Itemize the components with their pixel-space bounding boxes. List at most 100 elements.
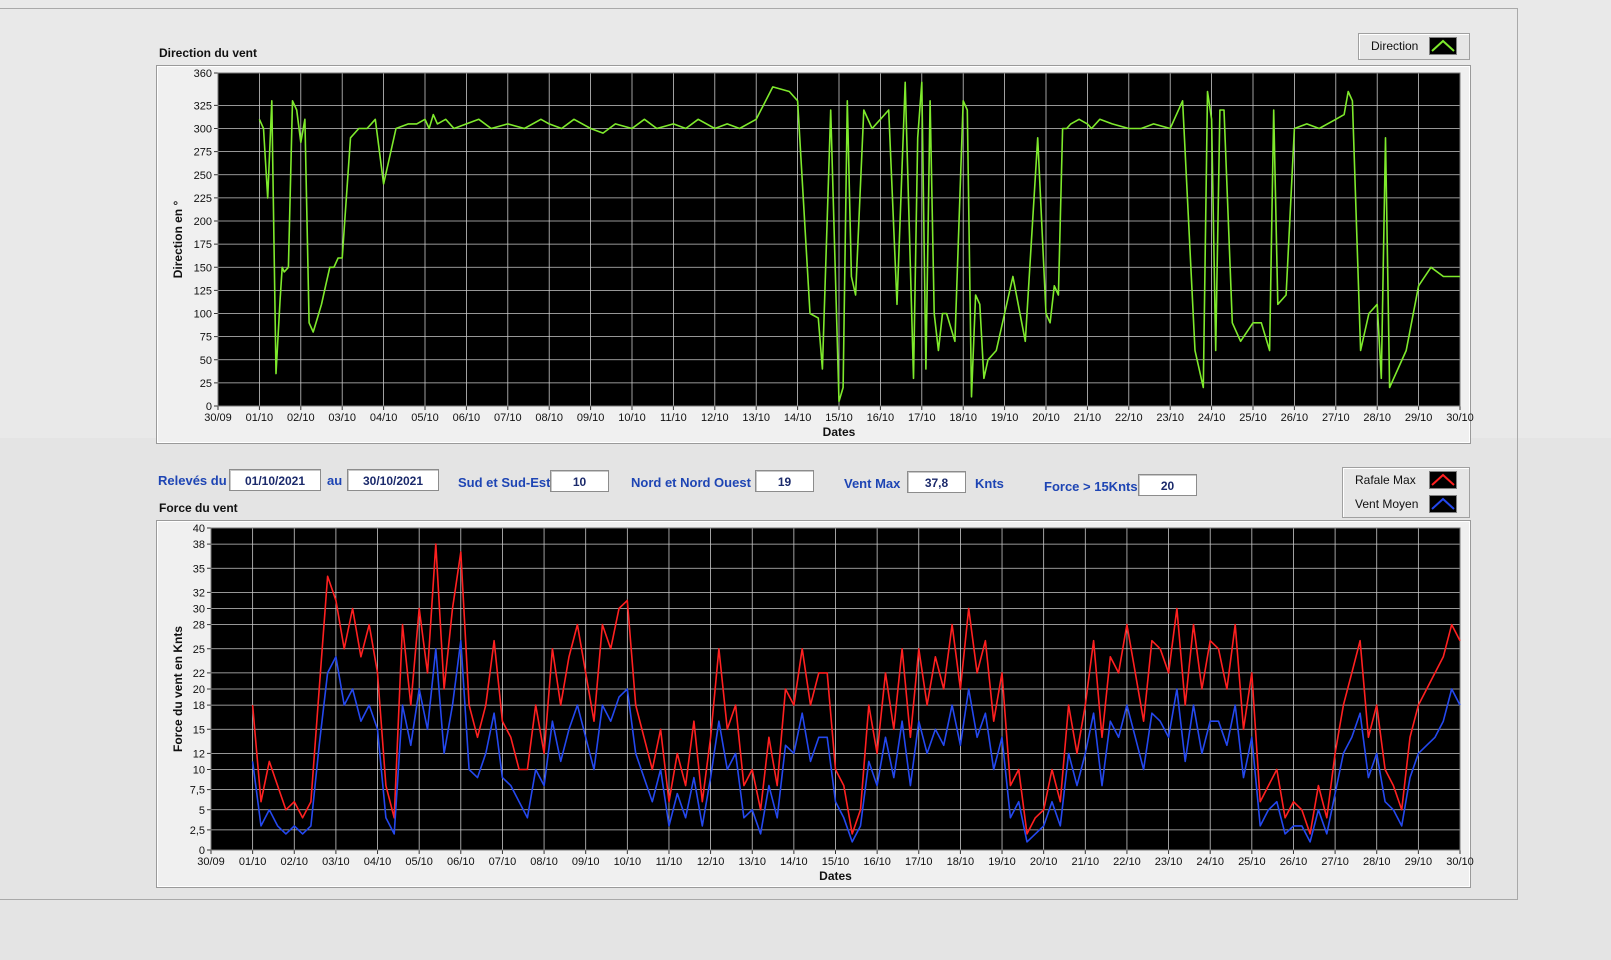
direction-xtick-label: 01/10 <box>246 412 274 424</box>
ventmax-value-field[interactable]: 37,8 <box>907 471 966 493</box>
force-value-field[interactable]: 20 <box>1138 474 1197 496</box>
direction-chart: 30/09 01/10 02/10 03/10 04/10 05/10 06/10 07/10… <box>171 68 1474 439</box>
direction-xtick-label: 05/10 <box>411 412 439 424</box>
direction-xtick-label: 16/10 <box>867 412 895 424</box>
direction-y-axis-label: Direction en ° <box>171 201 185 279</box>
force-xtick-label: 22/10 <box>1113 856 1141 868</box>
direction-ytick-label: 25 <box>200 378 212 390</box>
legend-direction-label: Direction <box>1371 39 1419 53</box>
direction-xtick-label: 30/09 <box>204 412 232 424</box>
knts-label: Knts <box>975 476 1004 491</box>
direction-xtick-label: 11/10 <box>660 412 687 424</box>
force-chart: 30/09 01/10 02/10 03/10 04/10 05/10 06/10 07/10… <box>171 523 1474 883</box>
red-line-icon <box>1431 473 1455 486</box>
force-xtick-label: 23/10 <box>1155 856 1183 868</box>
date-to-field[interactable]: 30/10/2021 <box>347 469 439 491</box>
force-ytick-label: 32 <box>193 587 205 599</box>
force-xtick-label: 21/10 <box>1072 856 1100 868</box>
force-xtick-label: 05/10 <box>405 856 433 868</box>
direction-xtick-label: 10/10 <box>618 412 646 424</box>
force-xtick-label: 29/10 <box>1405 856 1433 868</box>
force-x-axis-label: Dates <box>819 869 852 883</box>
force-label: Force > 15Knts <box>1044 479 1138 494</box>
direction-xtick-label: 17/10 <box>908 412 936 424</box>
force-xtick-label: 04/10 <box>364 856 392 868</box>
au-label: au <box>327 473 343 488</box>
sud-label: Sud et Sud-Est <box>458 475 551 490</box>
direction-xtick-label: 21/10 <box>1074 412 1102 424</box>
direction-ytick-label: 225 <box>194 193 212 205</box>
force-xtick-label: 08/10 <box>530 856 558 868</box>
sud-value-field[interactable]: 10 <box>550 470 609 492</box>
force-ytick-label: 28 <box>193 620 205 632</box>
force-ytick-label: 2,5 <box>190 825 205 837</box>
direction-ytick-label: 0 <box>206 401 212 413</box>
green-line-icon <box>1431 39 1455 52</box>
legend-direction-swatch <box>1429 37 1457 55</box>
direction-xtick-label: 03/10 <box>328 412 356 424</box>
force-xtick-label: 19/10 <box>988 856 1016 868</box>
force-xtick-label: 24/10 <box>1196 856 1224 868</box>
releves-label: Relevés du <box>158 473 227 488</box>
force-xtick-label: 09/10 <box>572 856 600 868</box>
direction-xtick-label: 22/10 <box>1115 412 1143 424</box>
force-ytick-label: 12 <box>193 748 205 760</box>
window-top-edge <box>0 8 1518 9</box>
direction-xtick-label: 12/10 <box>701 412 729 424</box>
direction-ytick-label: 175 <box>194 239 212 251</box>
direction-xtick-label: 09/10 <box>577 412 605 424</box>
force-xtick-label: 28/10 <box>1363 856 1391 868</box>
direction-ytick-label: 125 <box>194 285 212 297</box>
direction-xtick-label: 07/10 <box>494 412 522 424</box>
blue-line-icon <box>1431 497 1455 510</box>
legend-rafale-swatch <box>1429 471 1457 489</box>
direction-xtick-label: 27/10 <box>1322 412 1350 424</box>
direction-xtick-label: 02/10 <box>287 412 315 424</box>
force-xtick-label: 15/10 <box>822 856 850 868</box>
direction-xtick-label: 04/10 <box>370 412 398 424</box>
force-xtick-label: 14/10 <box>780 856 808 868</box>
direction-ytick-label: 75 <box>200 332 212 344</box>
force-ytick-label: 40 <box>193 523 205 535</box>
direction-xtick-label: 29/10 <box>1405 412 1433 424</box>
direction-ytick-label: 300 <box>194 124 212 136</box>
force-xtick-label: 02/10 <box>281 856 309 868</box>
force-ytick-label: 25 <box>193 644 205 656</box>
nord-value-field[interactable]: 19 <box>755 470 814 492</box>
legend-moyen-swatch <box>1429 495 1457 513</box>
force-ytick-label: 20 <box>193 684 205 696</box>
nord-label: Nord et Nord Ouest <box>631 475 751 490</box>
force-xtick-label: 12/10 <box>697 856 725 868</box>
direction-xtick-label: 24/10 <box>1198 412 1226 424</box>
direction-x-axis-label: Dates <box>823 425 856 439</box>
direction-xtick-label: 08/10 <box>535 412 563 424</box>
direction-xtick-label: 18/10 <box>949 412 977 424</box>
direction-xtick-label: 13/10 <box>742 412 770 424</box>
force-legend[interactable]: Rafale Max Vent Moyen <box>1342 467 1470 518</box>
force-ytick-label: 22 <box>193 668 205 680</box>
direction-ytick-label: 100 <box>194 309 212 321</box>
force-ytick-label: 0 <box>199 845 205 857</box>
date-from-field[interactable]: 01/10/2021 <box>229 469 321 491</box>
force-xtick-label: 30/09 <box>197 856 225 868</box>
direction-ytick-label: 50 <box>200 355 212 367</box>
force-xtick-label: 06/10 <box>447 856 475 868</box>
window-right-edge <box>1517 8 1518 900</box>
legend-moyen-label: Vent Moyen <box>1355 497 1419 511</box>
direction-legend[interactable]: Direction <box>1358 33 1470 60</box>
force-ytick-label: 30 <box>193 604 205 616</box>
force-ytick-label: 7,5 <box>190 785 205 797</box>
direction-xtick-label: 25/10 <box>1239 412 1267 424</box>
direction-xtick-label: 28/10 <box>1363 412 1391 424</box>
direction-ytick-label: 360 <box>194 68 212 80</box>
force-ytick-label: 10 <box>193 765 205 777</box>
direction-xtick-label: 14/10 <box>784 412 812 424</box>
direction-xtick-label: 23/10 <box>1156 412 1184 424</box>
direction-ytick-label: 150 <box>194 262 212 274</box>
direction-chart-title: Direction du vent <box>159 46 258 60</box>
force-xtick-label: 18/10 <box>947 856 975 868</box>
force-ytick-label: 15 <box>193 724 205 736</box>
force-xtick-label: 30/10 <box>1446 856 1474 868</box>
force-ytick-label: 35 <box>193 563 205 575</box>
force-ytick-label: 18 <box>193 700 205 712</box>
